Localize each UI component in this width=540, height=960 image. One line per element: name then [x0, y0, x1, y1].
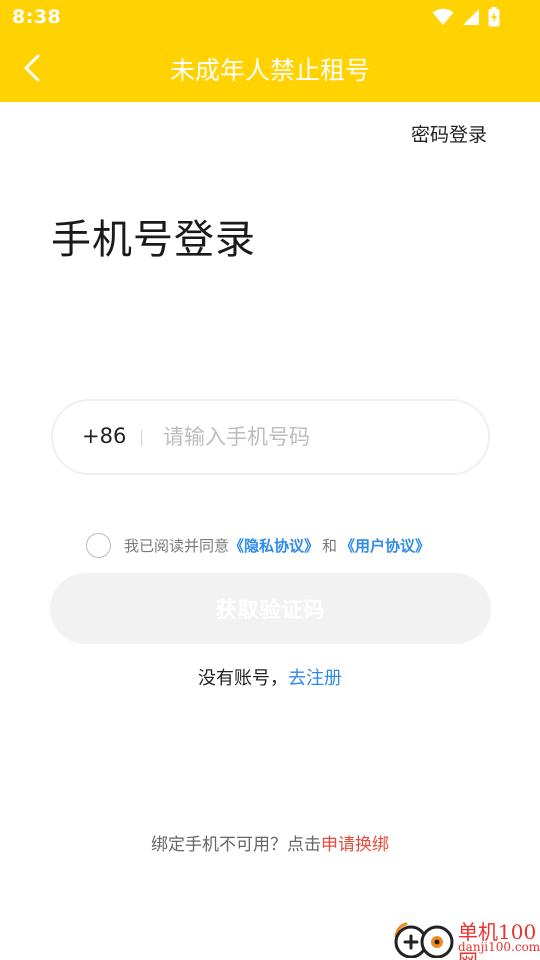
- wifi-icon: [432, 8, 454, 25]
- register-link[interactable]: 去注册: [288, 668, 342, 689]
- get-verification-code-button[interactable]: 获取验证码: [50, 573, 491, 644]
- rebind-link[interactable]: 申请换绑: [321, 835, 389, 855]
- password-login-link[interactable]: 密码登录: [411, 120, 487, 147]
- status-time: 8:38: [12, 6, 62, 28]
- phone-input-box: +86: [51, 399, 490, 475]
- battery-charging-icon: [488, 7, 500, 27]
- agreement-prefix: 我已阅读并同意: [124, 536, 230, 555]
- agreement-and: 和: [322, 536, 338, 555]
- watermark-logo-icon: [394, 922, 454, 958]
- phone-field-divider: [141, 430, 142, 446]
- agreement-row: 我已阅读并同意 《隐私协议》 和 《用户协议》: [86, 532, 430, 558]
- watermark: 单机100网 danji100.com: [390, 914, 540, 960]
- nav-bar: 未成年人禁止租号: [0, 36, 540, 102]
- watermark-en: danji100.com: [458, 940, 540, 954]
- privacy-policy-link[interactable]: 《隐私协议》: [229, 535, 319, 556]
- register-prefix: 没有账号，: [198, 668, 288, 689]
- rebind-row: 绑定手机不可用？点击申请换绑: [0, 830, 540, 855]
- page-title: 手机号登录: [51, 217, 256, 263]
- nav-title: 未成年人禁止租号: [169, 56, 370, 85]
- signal-icon: [463, 9, 479, 25]
- app-header: 8:38 未成年人禁止租号: [0, 0, 540, 102]
- phone-input[interactable]: [163, 417, 463, 457]
- agreement-checkbox[interactable]: [86, 532, 111, 558]
- rebind-prefix: 绑定手机不可用？点击: [151, 835, 321, 855]
- status-bar: 8:38: [0, 0, 540, 36]
- status-icons: [432, 7, 500, 27]
- country-code-selector[interactable]: +86: [82, 424, 126, 448]
- register-row: 没有账号，去注册: [0, 664, 540, 690]
- user-agreement-link[interactable]: 《用户协议》: [340, 535, 430, 556]
